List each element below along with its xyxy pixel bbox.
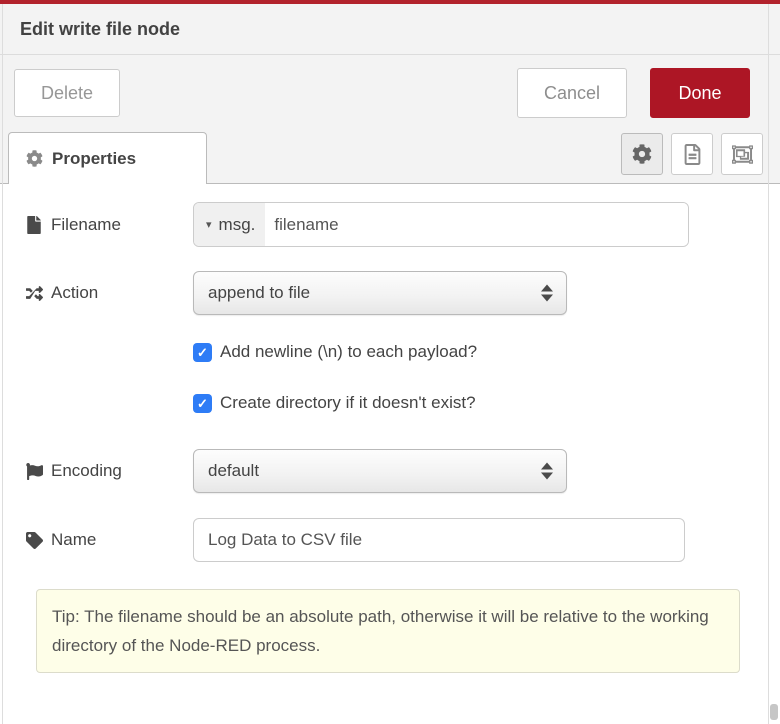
gear-icon xyxy=(26,150,43,167)
filename-type-label: msg. xyxy=(219,215,256,235)
newline-checkbox-label[interactable]: Add newline (\n) to each payload? xyxy=(220,342,477,362)
action-row: Action append to file xyxy=(24,271,780,315)
panel-left-border xyxy=(2,4,3,724)
filename-type-dropdown[interactable]: ▾ msg. xyxy=(194,203,265,246)
action-label: Action xyxy=(24,283,193,303)
flag-icon xyxy=(24,463,44,480)
encoding-select-value: default xyxy=(208,461,259,481)
encoding-label-text: Encoding xyxy=(51,461,122,481)
tab-properties-label: Properties xyxy=(52,149,136,169)
cancel-button[interactable]: Cancel xyxy=(517,68,627,118)
select-arrows-icon xyxy=(541,285,553,302)
filename-input[interactable] xyxy=(265,203,688,246)
encoding-row: Encoding default xyxy=(24,449,780,493)
create-dir-checkbox[interactable]: ✓ xyxy=(193,394,212,413)
properties-form: Filename ▾ msg. Action append to file xyxy=(0,184,780,673)
filename-typed-input: ▾ msg. xyxy=(193,202,689,247)
newline-checkbox[interactable]: ✓ xyxy=(193,343,212,362)
name-label: Name xyxy=(24,530,193,550)
scrollbar-thumb[interactable] xyxy=(770,704,778,720)
node-description-button[interactable] xyxy=(671,133,713,175)
caret-down-icon: ▾ xyxy=(206,218,212,231)
encoding-label: Encoding xyxy=(24,461,193,481)
document-icon xyxy=(684,144,701,165)
scrollbar-track[interactable] xyxy=(768,4,769,724)
node-appearance-button[interactable] xyxy=(721,133,763,175)
form-tip: Tip: The filename should be an absolute … xyxy=(36,589,740,673)
filename-label: Filename xyxy=(24,215,193,235)
name-row: Name xyxy=(24,518,780,562)
form-tip-text: Tip: The filename should be an absolute … xyxy=(52,607,709,655)
filename-label-text: Filename xyxy=(51,215,121,235)
select-arrows-icon xyxy=(541,463,553,480)
tag-icon xyxy=(24,532,44,549)
check-icon: ✓ xyxy=(197,346,208,359)
action-select[interactable]: append to file xyxy=(193,271,567,315)
filename-row: Filename ▾ msg. xyxy=(24,202,780,247)
action-select-value: append to file xyxy=(208,283,310,303)
node-properties-button[interactable] xyxy=(621,133,663,175)
name-input[interactable] xyxy=(193,518,685,562)
name-label-text: Name xyxy=(51,530,96,550)
file-icon xyxy=(24,216,44,234)
done-button[interactable]: Done xyxy=(650,68,750,118)
tab-bar: Properties xyxy=(0,130,780,184)
shuffle-icon xyxy=(24,285,44,302)
dialog-header: Edit write file node xyxy=(0,4,780,55)
dialog-title: Edit write file node xyxy=(20,19,180,40)
check-icon: ✓ xyxy=(197,397,208,410)
edit-node-dialog: Edit write file node Delete Cancel Done … xyxy=(0,0,780,724)
action-label-text: Action xyxy=(51,283,98,303)
dialog-button-bar: Delete Cancel Done xyxy=(0,55,780,130)
encoding-select[interactable]: default xyxy=(193,449,567,493)
object-group-icon xyxy=(732,144,753,165)
newline-checkbox-row: ✓ Add newline (\n) to each payload? xyxy=(193,342,780,362)
gear-icon xyxy=(632,144,652,164)
create-dir-checkbox-label[interactable]: Create directory if it doesn't exist? xyxy=(220,393,476,413)
tab-properties[interactable]: Properties xyxy=(8,132,207,184)
create-dir-checkbox-row: ✓ Create directory if it doesn't exist? xyxy=(193,393,780,413)
delete-button[interactable]: Delete xyxy=(14,69,120,117)
